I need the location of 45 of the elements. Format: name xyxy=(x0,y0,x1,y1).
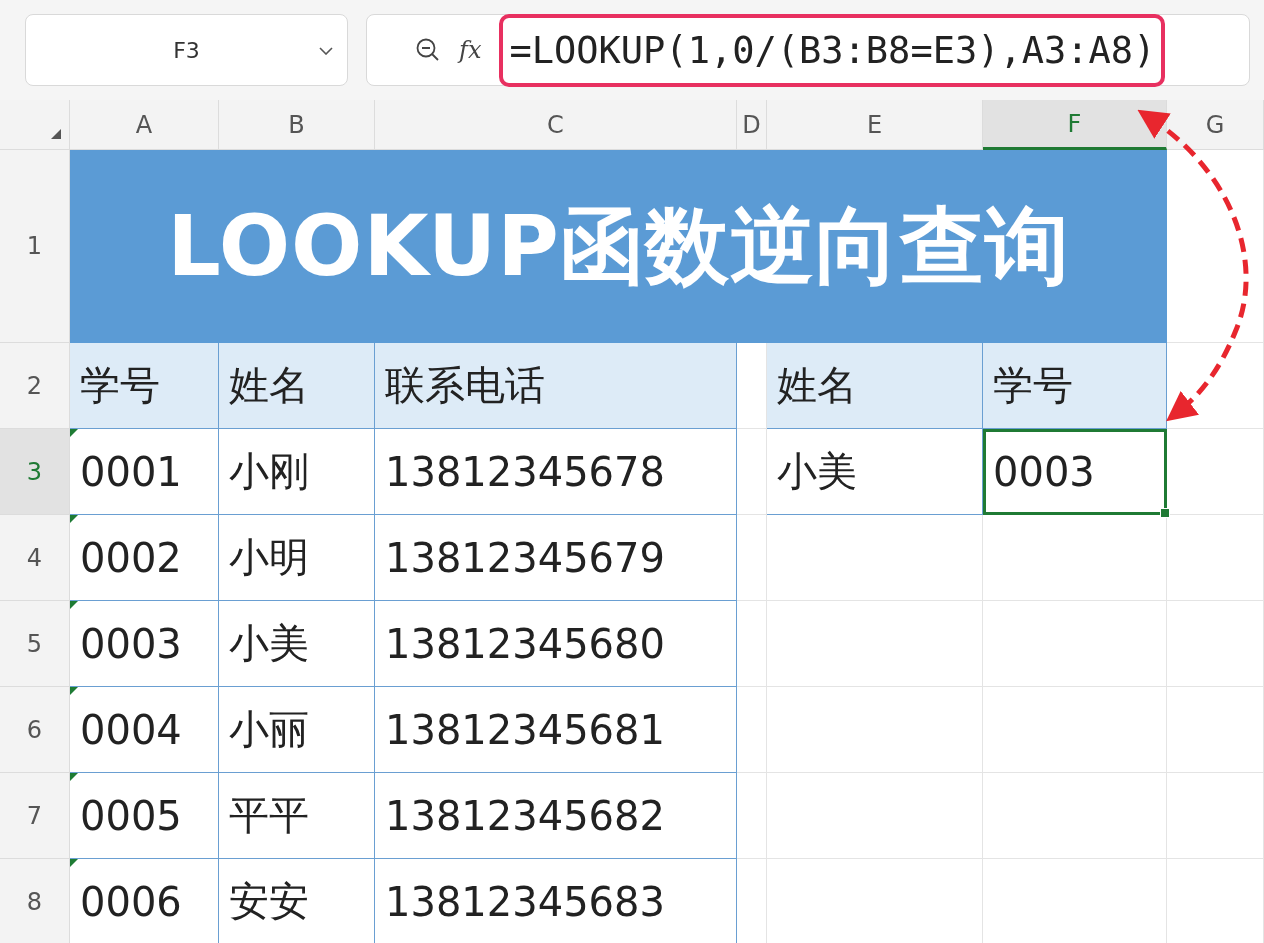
column-header[interactable]: B xyxy=(219,100,375,150)
column-header[interactable]: C xyxy=(375,100,737,150)
function-symbol[interactable]: fx xyxy=(459,36,482,64)
table-cell: 0004 xyxy=(70,687,219,773)
name-box[interactable]: F3 xyxy=(25,14,348,86)
query-cell: 小美 xyxy=(767,429,983,515)
table-cell: 小美 xyxy=(219,601,375,687)
table-cell: 平平 xyxy=(219,773,375,859)
column-header[interactable]: G xyxy=(1167,100,1264,150)
header-cell: 联系电话 xyxy=(375,343,737,429)
table-cell: 13812345678 xyxy=(375,429,737,515)
table-cell: 0003 xyxy=(70,601,219,687)
row-header[interactable]: 8 xyxy=(0,859,70,943)
header-cell: 姓名 xyxy=(767,343,983,429)
row-header[interactable]: 4 xyxy=(0,515,70,601)
column-header[interactable]: D xyxy=(737,100,767,150)
caret-icon xyxy=(319,47,333,55)
title-banner: LOOKUP函数逆向查询 xyxy=(70,150,1167,343)
table-cell: 0001 xyxy=(70,429,219,515)
row-header[interactable]: 1 xyxy=(0,150,70,343)
table-cell: 0002 xyxy=(70,515,219,601)
table-cell: 13812345679 xyxy=(375,515,737,601)
corner-triangle-icon xyxy=(51,129,61,139)
formula-text[interactable]: =LOOKUP(1,0/(B3:B8=E3),A3:A8) xyxy=(499,13,1166,87)
table-cell: 13812345681 xyxy=(375,687,737,773)
row-header[interactable]: 5 xyxy=(0,601,70,687)
column-header[interactable]: E xyxy=(767,100,983,150)
header-cell: 姓名 xyxy=(219,343,375,429)
row-header[interactable]: 6 xyxy=(0,687,70,773)
header-cell: 学号 xyxy=(983,343,1167,429)
row-header[interactable]: 2 xyxy=(0,343,70,429)
row-header[interactable]: 7 xyxy=(0,773,70,859)
table-cell: 0006 xyxy=(70,859,219,943)
table-cell: 小明 xyxy=(219,515,375,601)
header-cell: 学号 xyxy=(70,343,219,429)
column-header[interactable]: A xyxy=(70,100,219,150)
table-cell: 小刚 xyxy=(219,429,375,515)
zoom-out-icon[interactable] xyxy=(415,37,441,63)
row-header[interactable]: 3 xyxy=(0,429,70,515)
table-cell: 小丽 xyxy=(219,687,375,773)
result-cell[interactable]: 0003 xyxy=(983,429,1167,515)
table-cell: 0005 xyxy=(70,773,219,859)
table-cell: 13812345682 xyxy=(375,773,737,859)
column-header[interactable]: F xyxy=(983,100,1167,150)
table-cell: 13812345680 xyxy=(375,601,737,687)
